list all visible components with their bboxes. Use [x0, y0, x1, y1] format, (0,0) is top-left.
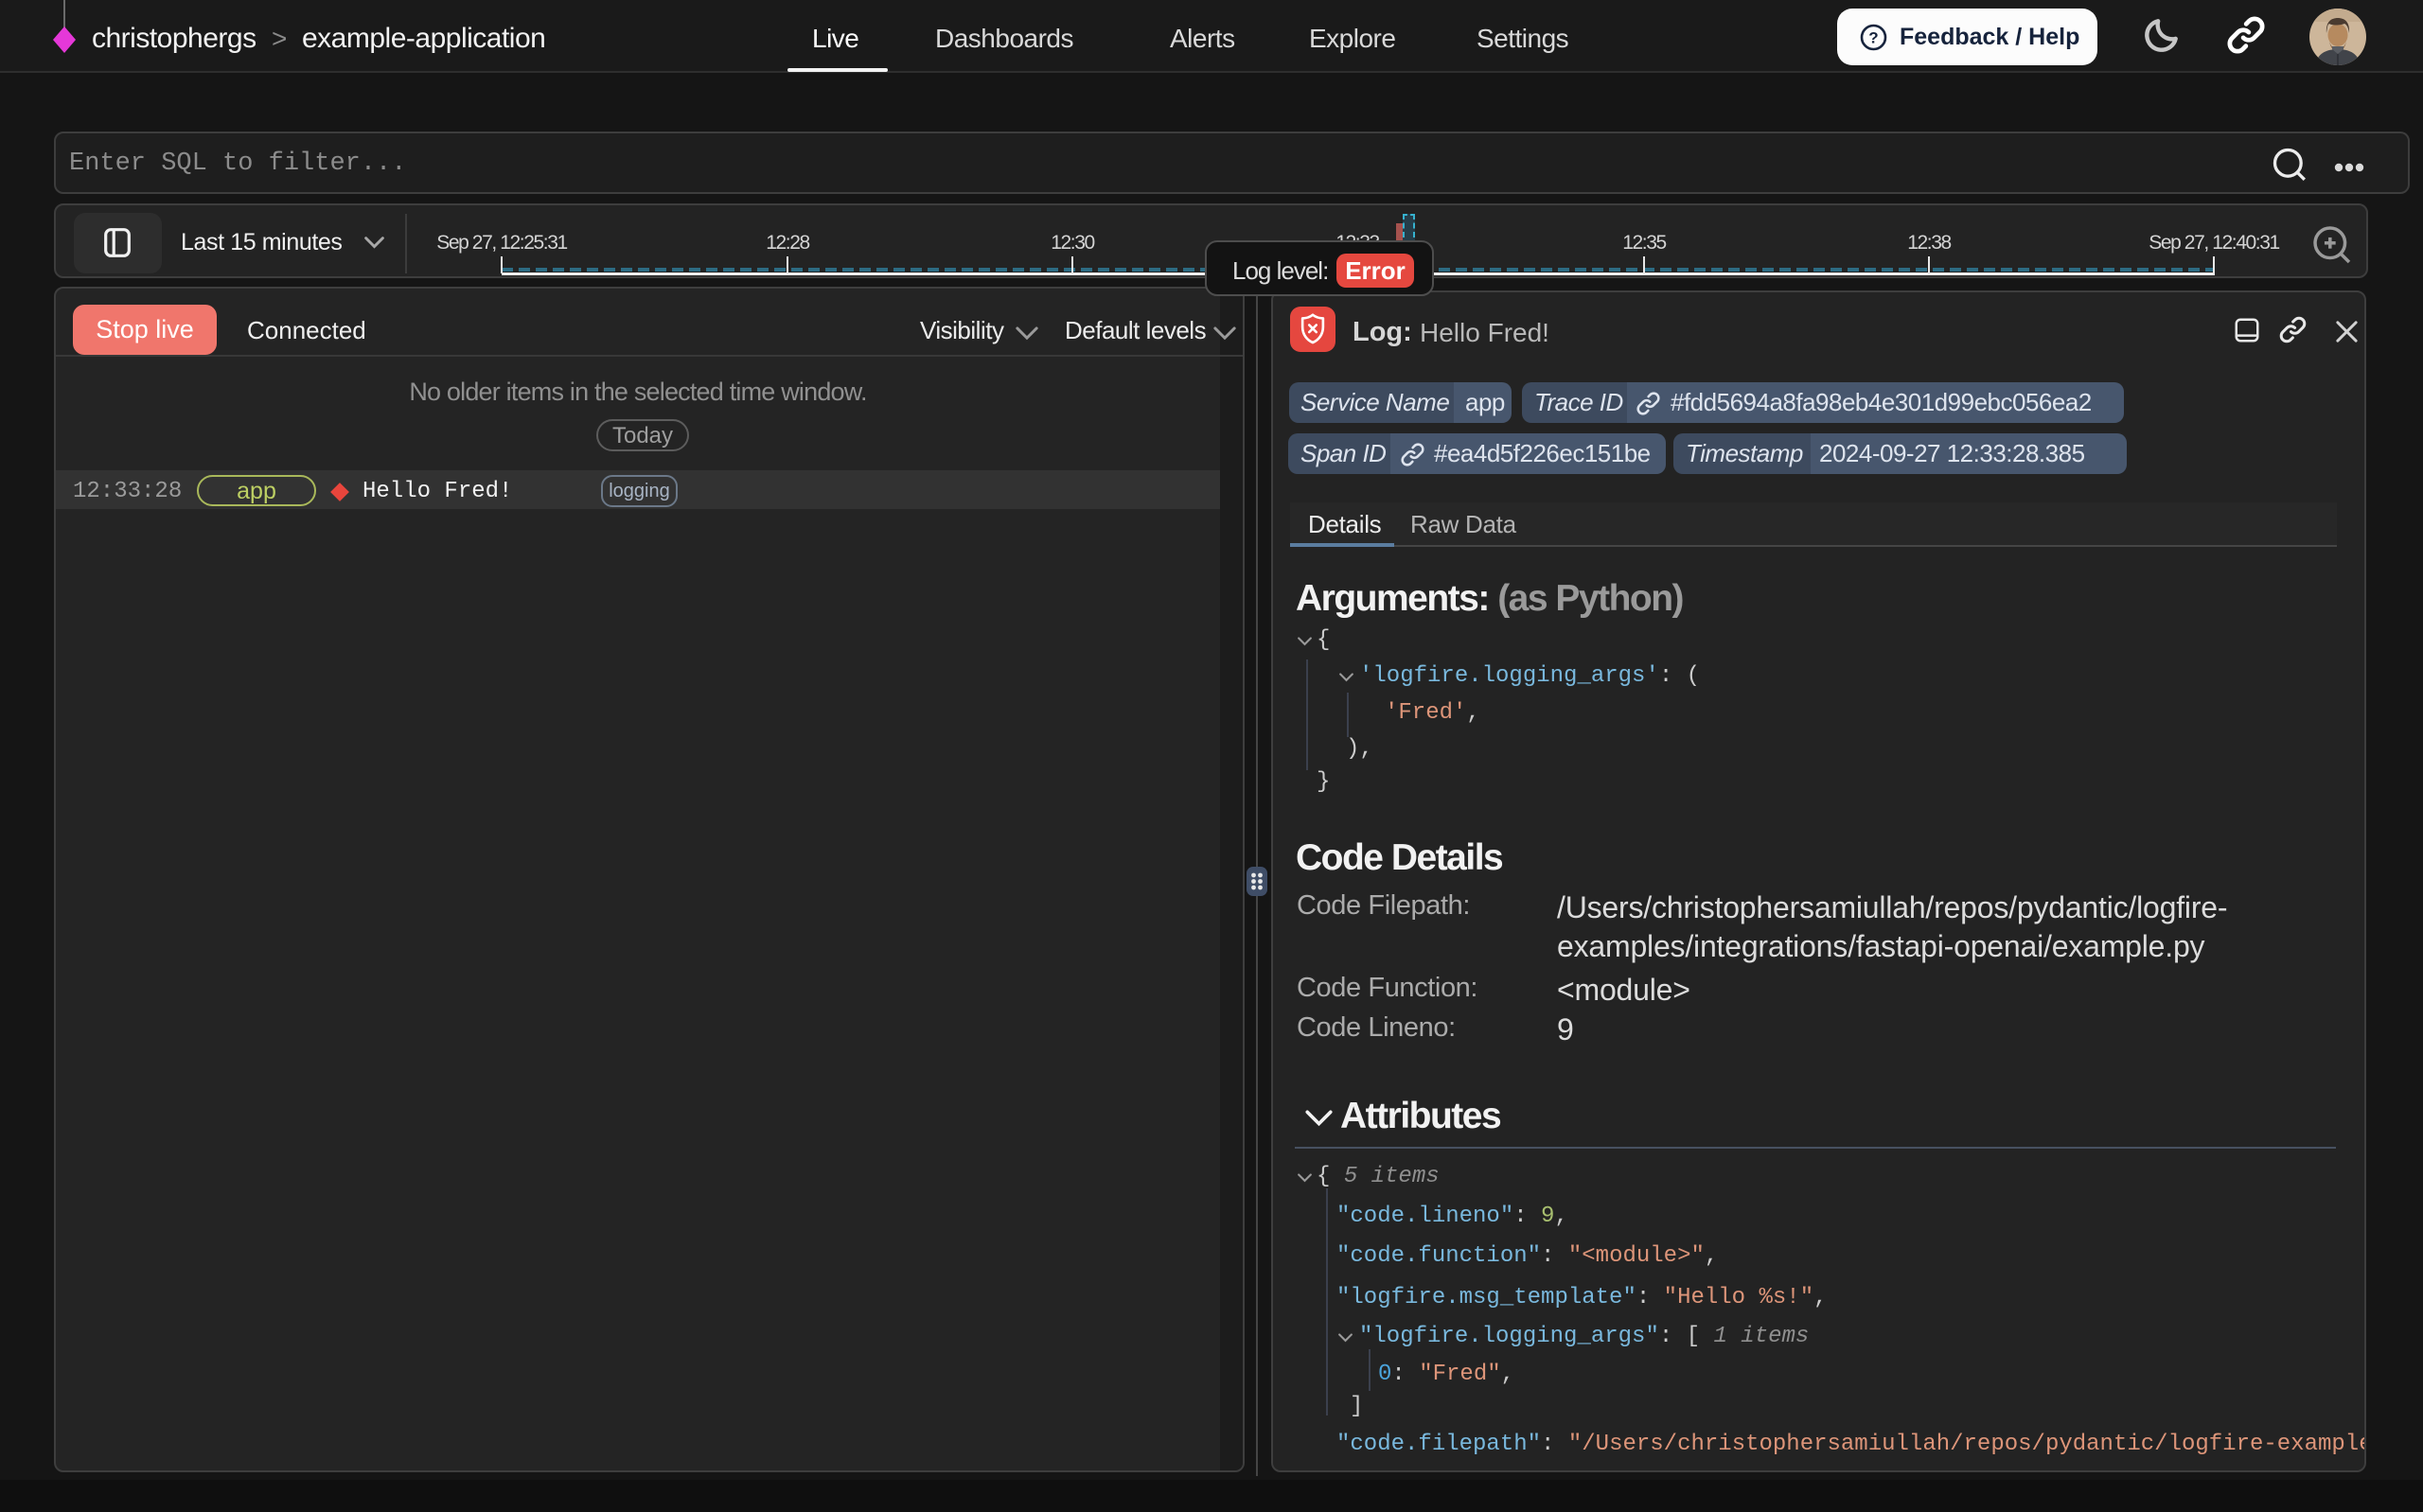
svg-text:?: ? — [1868, 29, 1878, 47]
